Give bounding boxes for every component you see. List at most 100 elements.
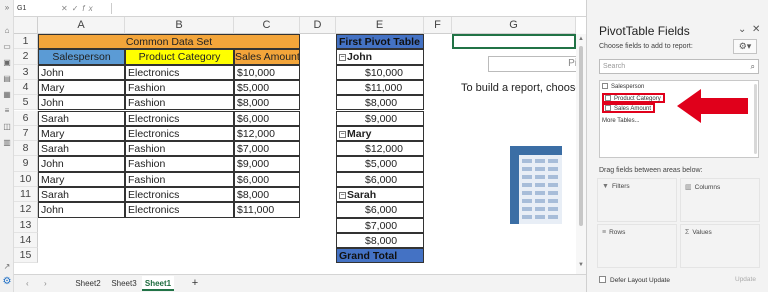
salesperson-cell[interactable]: John: [38, 156, 125, 172]
category-cell[interactable]: Fashion: [125, 156, 234, 172]
salesperson-cell[interactable]: John: [38, 202, 125, 218]
column-header[interactable]: F: [424, 17, 452, 34]
amount-cell[interactable]: $8,000: [234, 95, 300, 111]
area-columns[interactable]: ▥ Columns: [680, 178, 760, 222]
settings-gear-icon[interactable]: ⚙: [2, 277, 12, 287]
amount-cell[interactable]: $5,000: [234, 79, 300, 96]
column-header[interactable]: D: [300, 17, 336, 34]
row-header[interactable]: 14: [14, 232, 38, 249]
row-header[interactable]: 15: [14, 248, 38, 264]
pivot-placeholder-box[interactable]: Piv: [488, 56, 586, 72]
scroll-down-icon[interactable]: ▼: [577, 262, 585, 268]
expand-icon[interactable]: »: [2, 3, 12, 12]
fx-icon[interactable]: fx: [82, 4, 96, 13]
header-sales-amount[interactable]: Sales Amount: [234, 49, 300, 65]
field-search-input[interactable]: Search ⌕: [599, 59, 759, 74]
column-header[interactable]: E: [336, 17, 424, 34]
salesperson-cell[interactable]: John: [38, 64, 125, 80]
checkbox-icon[interactable]: [602, 83, 608, 89]
cancel-icon[interactable]: ✕: [61, 4, 72, 13]
enter-icon[interactable]: ✓: [72, 4, 83, 13]
amount-cell[interactable]: $11,000: [234, 202, 300, 218]
column-header[interactable]: G: [452, 17, 576, 34]
table-title-cell[interactable]: Common Data Set: [38, 34, 300, 50]
amount-cell[interactable]: $6,000: [234, 171, 300, 187]
area-rows[interactable]: ≡ Rows: [597, 224, 677, 268]
clipboard-icon[interactable]: ▭: [2, 42, 12, 51]
tools-gear-button[interactable]: ⚙▾: [733, 39, 757, 54]
amount-cell[interactable]: $10,000: [234, 64, 300, 80]
scroll-up-icon[interactable]: ▲: [577, 36, 585, 42]
salesperson-cell[interactable]: Mary: [38, 125, 125, 142]
tab-sheet1[interactable]: Sheet1: [142, 276, 174, 291]
row-header[interactable]: 11: [14, 187, 38, 203]
row-header[interactable]: 12: [14, 202, 38, 218]
collapse-icon[interactable]: −: [339, 54, 346, 62]
tab-sheet2[interactable]: Sheet2: [72, 276, 104, 291]
close-icon[interactable]: ✕: [752, 24, 760, 35]
pivot-group-cell[interactable]: − Sarah: [336, 187, 424, 203]
add-sheet-button[interactable]: +: [188, 276, 202, 291]
checkbox-icon[interactable]: [605, 105, 611, 111]
selected-cell-g1[interactable]: [452, 34, 576, 50]
pivot-value-cell[interactable]: $6,000: [336, 171, 424, 187]
name-box[interactable]: G1: [14, 2, 58, 15]
amount-cell[interactable]: $8,000: [234, 187, 300, 203]
header-product-category[interactable]: Product Category: [125, 49, 234, 65]
spreadsheet-grid[interactable]: ABCDEFG 1 2 3 4 5 6 7 8 9 10 11 12 13 14 15 Common Dat…: [14, 17, 586, 274]
area-values[interactable]: Σ Values: [680, 224, 760, 268]
checkbox-icon[interactable]: [599, 276, 606, 283]
salesperson-cell[interactable]: Sarah: [38, 187, 125, 203]
column-header[interactable]: A: [38, 17, 125, 34]
amount-cell[interactable]: $6,000: [234, 110, 300, 126]
header-salesperson[interactable]: Salesperson: [38, 49, 125, 65]
pivot-value-cell[interactable]: $8,000: [336, 95, 424, 111]
pivot-group-cell[interactable]: − Mary: [336, 125, 424, 142]
row-header[interactable]: 13: [14, 217, 38, 233]
pivot-value-cell[interactable]: $12,000: [336, 141, 424, 157]
pivot-value-cell[interactable]: $8,000: [336, 232, 424, 249]
checkbox-icon[interactable]: [605, 95, 611, 101]
pane-options-chevron-icon[interactable]: ⌄: [738, 24, 746, 35]
formula-icon[interactable]: ≡: [2, 106, 12, 115]
more-tables-link[interactable]: More Tables...: [602, 118, 640, 124]
field-sales-amount[interactable]: Sales Amount: [602, 103, 656, 113]
pivot-value-cell[interactable]: $6,000: [336, 202, 424, 218]
row-header[interactable]: 7: [14, 125, 38, 142]
column-header[interactable]: C: [234, 17, 300, 34]
category-cell[interactable]: Fashion: [125, 171, 234, 187]
salesperson-cell[interactable]: Sarah: [38, 141, 125, 157]
defer-layout-update[interactable]: Defer Layout Update: [599, 276, 670, 284]
row-header[interactable]: 5: [14, 95, 38, 111]
row-header[interactable]: 6: [14, 110, 38, 126]
column-header[interactable]: B: [125, 17, 234, 34]
next-sheet-icon[interactable]: ›: [44, 276, 47, 291]
row-header[interactable]: 2: [14, 49, 38, 65]
home-icon[interactable]: ⌂: [2, 26, 12, 35]
scrollbar-thumb[interactable]: [579, 46, 583, 226]
pivot-value-cell[interactable]: $11,000: [336, 79, 424, 96]
external-link-icon[interactable]: ↗: [2, 262, 12, 271]
pivot-grand-total-cell[interactable]: Grand Total: [336, 248, 424, 264]
pivot-value-cell[interactable]: $10,000: [336, 64, 424, 80]
area-filters[interactable]: ▼ Filters: [597, 178, 677, 222]
pivot-value-cell[interactable]: $5,000: [336, 156, 424, 172]
vertical-scrollbar[interactable]: ▲ ▼: [576, 34, 586, 274]
collapse-icon[interactable]: −: [339, 192, 346, 199]
amount-cell[interactable]: $9,000: [234, 156, 300, 172]
pivot-value-cell[interactable]: $9,000: [336, 110, 424, 126]
category-cell[interactable]: Electronics: [125, 110, 234, 126]
pivot-value-cell[interactable]: $7,000: [336, 217, 424, 233]
salesperson-cell[interactable]: John: [38, 95, 125, 111]
tab-sheet3[interactable]: Sheet3: [108, 276, 140, 291]
collapse-icon[interactable]: −: [339, 130, 346, 138]
chart-icon[interactable]: ▦: [2, 90, 12, 99]
row-header[interactable]: 1: [14, 34, 38, 50]
category-cell[interactable]: Electronics: [125, 202, 234, 218]
field-salesperson[interactable]: Salesperson: [602, 83, 646, 92]
category-cell[interactable]: Fashion: [125, 79, 234, 96]
salesperson-cell[interactable]: Mary: [38, 171, 125, 187]
table-icon[interactable]: ▤: [2, 74, 12, 83]
salesperson-cell[interactable]: Sarah: [38, 110, 125, 126]
update-button[interactable]: Update: [735, 276, 756, 283]
